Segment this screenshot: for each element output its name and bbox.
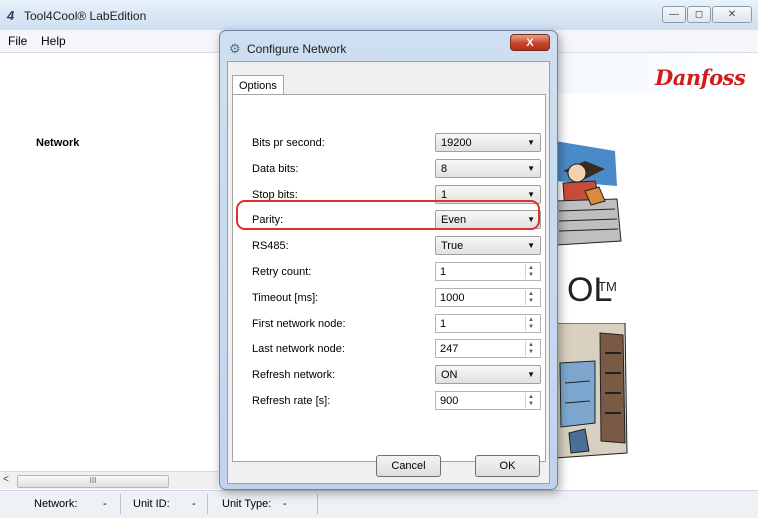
bits-pr-second-label: Bits pr second:	[252, 137, 325, 149]
status-unit-id-value: -	[192, 498, 196, 510]
timeout-ms-spinbox[interactable]: 1000 ▲ ▼	[435, 288, 541, 307]
minimize-button[interactable]: —	[662, 6, 686, 23]
status-unit-type-value: -	[283, 498, 287, 510]
spin-up-icon[interactable]: ▲	[528, 291, 534, 297]
refresh-network-label: Refresh network:	[252, 369, 336, 381]
configure-network-dialog: ⚙ Configure Network X Options Bits pr se…	[219, 30, 558, 490]
dialog-title: Configure Network	[247, 42, 347, 56]
status-divider	[317, 494, 318, 514]
ok-button[interactable]: OK	[475, 455, 540, 477]
field-row-refresh-rate-s: Refresh rate [s]: 900 ▲ ▼	[233, 391, 547, 411]
field-row-first-network-node: First network node: 1 ▲ ▼	[233, 314, 547, 334]
tab-options[interactable]: Options	[232, 75, 284, 95]
refresh-rate-s-spinbox[interactable]: 900 ▲ ▼	[435, 391, 541, 410]
retry-count-label: Retry count:	[252, 266, 312, 278]
menu-help[interactable]: Help	[41, 34, 66, 48]
maximize-button[interactable]: ◻	[687, 6, 711, 23]
spin-down-icon[interactable]: ▼	[528, 298, 534, 304]
status-bar: Network: - Unit ID: - Unit Type: -	[0, 490, 758, 518]
warehouse-illustration	[555, 323, 635, 463]
close-button[interactable]: ✕	[712, 6, 752, 23]
rs485-highlight	[236, 200, 540, 230]
field-row-rs485: RS485: True ▼	[233, 236, 547, 256]
bits-pr-second-selected-value: 19200	[441, 137, 472, 149]
field-row-bits-pr-second: Bits pr second: 19200 ▼	[233, 133, 547, 153]
timeout-ms-label: Timeout [ms]:	[252, 292, 319, 304]
network-tree-item[interactable]: Network	[36, 137, 79, 149]
field-row-timeout-ms: Timeout [ms]: 1000 ▲ ▼	[233, 288, 547, 308]
spin-down-icon[interactable]: ▼	[528, 401, 534, 407]
spin-buttons[interactable]: ▲ ▼	[525, 264, 539, 279]
spin-up-icon[interactable]: ▲	[528, 317, 534, 323]
worker-illustration	[555, 131, 625, 261]
options-panel: Bits pr second: 19200 ▼ Data bits: 8 ▼ Stop bi…	[232, 94, 547, 477]
chevron-down-icon[interactable]: ▼	[527, 241, 535, 250]
status-unit-id-label: Unit ID:	[133, 498, 170, 510]
spin-down-icon[interactable]: ▼	[528, 272, 534, 278]
title-bar[interactable]: 4 Tool4Cool® LabEdition — ◻ ✕	[0, 0, 758, 30]
scroll-left-icon[interactable]: <	[3, 474, 9, 485]
spin-up-icon[interactable]: ▲	[528, 342, 534, 348]
spin-up-icon[interactable]: ▲	[528, 394, 534, 400]
network-icon: ⚙	[229, 41, 241, 56]
first-network-node-spinbox[interactable]: 1 ▲ ▼	[435, 314, 541, 333]
rs485-selected-value: True	[441, 240, 464, 252]
bits-pr-second-dropdown[interactable]: 19200 ▼	[435, 133, 541, 152]
last-network-node-label: Last network node:	[252, 343, 345, 355]
status-divider	[120, 494, 121, 514]
scroll-thumb[interactable]: III	[17, 475, 169, 488]
field-row-last-network-node: Last network node: 247 ▲ ▼	[233, 339, 547, 359]
status-network-label: Network:	[34, 498, 78, 510]
chevron-down-icon[interactable]: ▼	[527, 370, 535, 379]
trademark-symbol: TM	[598, 279, 617, 294]
cancel-button[interactable]: Cancel	[376, 455, 441, 477]
danfoss-logo: Danfoss	[655, 65, 746, 90]
data-bits-selected-value: 8	[441, 163, 448, 175]
last-network-node-value: 247	[440, 343, 459, 355]
refresh-network-selected-value: ON	[441, 369, 458, 381]
retry-count-spinbox[interactable]: 1 ▲ ▼	[435, 262, 541, 281]
first-network-node-value: 1	[440, 318, 447, 330]
spin-buttons[interactable]: ▲ ▼	[525, 393, 539, 408]
spin-buttons[interactable]: ▲ ▼	[525, 316, 539, 331]
timeout-ms-value: 1000	[440, 292, 465, 304]
field-row-refresh-network: Refresh network: ON ▼	[233, 365, 547, 385]
tool4cool-logo-icon: 4	[7, 8, 15, 23]
horizontal-scrollbar[interactable]: < III	[0, 471, 218, 489]
data-bits-label: Data bits:	[252, 163, 299, 175]
first-network-node-label: First network node:	[252, 318, 346, 330]
app-title: Tool4Cool® LabEdition	[24, 9, 147, 23]
chevron-down-icon[interactable]: ▼	[527, 138, 535, 147]
menu-file[interactable]: File	[8, 34, 27, 48]
spin-down-icon[interactable]: ▼	[528, 349, 534, 355]
dialog-close-button[interactable]: X	[510, 34, 550, 51]
refresh-network-dropdown[interactable]: ON ▼	[435, 365, 541, 384]
spin-buttons[interactable]: ▲ ▼	[525, 341, 539, 356]
retry-count-value: 1	[440, 266, 447, 278]
chevron-down-icon[interactable]: ▼	[527, 190, 535, 199]
spin-down-icon[interactable]: ▼	[528, 324, 534, 330]
status-divider	[207, 494, 208, 514]
rs485-dropdown[interactable]: True ▼	[435, 236, 541, 255]
spin-buttons[interactable]: ▲ ▼	[525, 290, 539, 305]
status-unit-type-label: Unit Type:	[222, 498, 272, 510]
refresh-rate-s-label: Refresh rate [s]:	[252, 395, 331, 407]
chevron-down-icon[interactable]: ▼	[527, 164, 535, 173]
field-row-retry-count: Retry count: 1 ▲ ▼	[233, 262, 547, 282]
rs485-label: RS485:	[252, 240, 289, 252]
last-network-node-spinbox[interactable]: 247 ▲ ▼	[435, 339, 541, 358]
refresh-rate-s-value: 900	[440, 395, 459, 407]
spin-up-icon[interactable]: ▲	[528, 265, 534, 271]
status-network-value: -	[103, 498, 107, 510]
data-bits-dropdown[interactable]: 8 ▼	[435, 159, 541, 178]
field-row-data-bits: Data bits: 8 ▼	[233, 159, 547, 179]
